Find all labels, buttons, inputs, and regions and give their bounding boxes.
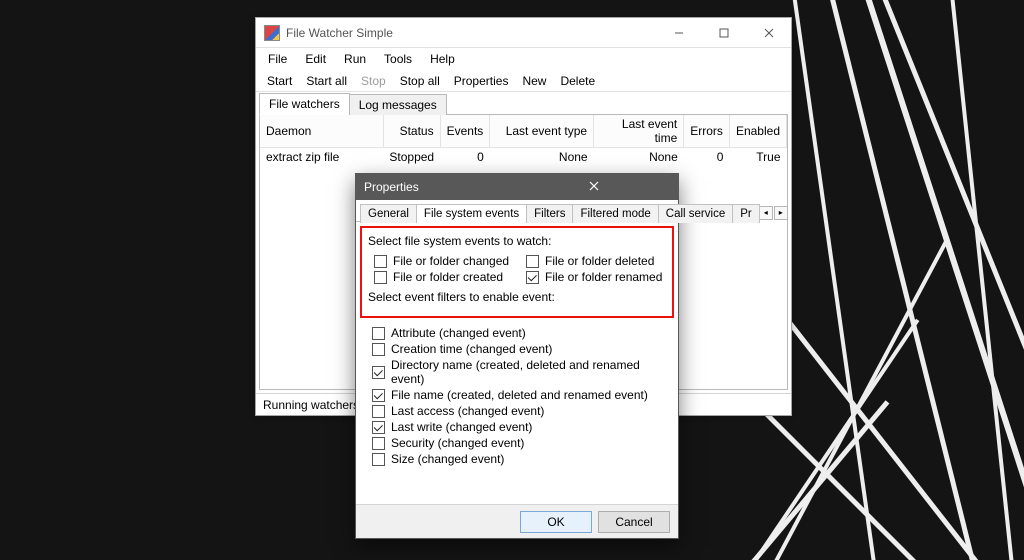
checkbox-icon — [372, 405, 385, 418]
maximize-button[interactable] — [701, 18, 746, 47]
checkbox-label: Size (changed event) — [391, 452, 504, 466]
checkbox-icon — [372, 343, 385, 356]
highlight-box: Select file system events to watch: File… — [360, 226, 674, 318]
dialog-close-button[interactable] — [517, 180, 670, 194]
cell-enabled: True — [729, 148, 786, 167]
checkbox-icon — [372, 421, 385, 434]
menu-tools[interactable]: Tools — [376, 50, 420, 68]
checkbox-label: File or folder changed — [393, 254, 509, 268]
cancel-button[interactable]: Cancel — [598, 511, 670, 533]
toolbar-start[interactable]: Start — [260, 72, 299, 90]
checkbox-attribute[interactable]: Attribute (changed event) — [372, 326, 668, 340]
cell-daemon: extract zip file — [260, 148, 383, 167]
toolbar-stop: Stop — [354, 72, 393, 90]
tab-file-watchers[interactable]: File watchers — [259, 93, 350, 115]
tab-filters[interactable]: Filters — [526, 204, 573, 223]
table-row[interactable]: extract zip file Stopped 0 None None 0 T… — [260, 148, 787, 167]
checkbox-renamed[interactable]: File or folder renamed — [526, 270, 666, 284]
minimize-button[interactable] — [656, 18, 701, 47]
tab-scroll-right-button[interactable]: ▸ — [774, 206, 788, 220]
checkbox-last-access[interactable]: Last access (changed event) — [372, 404, 668, 418]
checkbox-label: File or folder renamed — [545, 270, 662, 284]
dialog-tabstrip: General File system events Filters Filte… — [356, 200, 678, 222]
checkbox-label: Attribute (changed event) — [391, 326, 526, 340]
menu-run[interactable]: Run — [336, 50, 374, 68]
toolbar-delete[interactable]: Delete — [553, 72, 602, 90]
dialog-title: Properties — [364, 180, 517, 194]
toolbar-properties[interactable]: Properties — [447, 72, 516, 90]
checkbox-icon — [372, 453, 385, 466]
filter-section-label: Select event filters to enable event: — [368, 290, 666, 304]
col-enabled[interactable]: Enabled — [729, 115, 786, 148]
tab-scroll-left-button[interactable]: ◂ — [759, 206, 773, 220]
checkbox-label: Last write (changed event) — [391, 420, 532, 434]
watch-section-label: Select file system events to watch: — [368, 234, 666, 248]
tab-file-system-events[interactable]: File system events — [416, 204, 527, 223]
dialog-body: Select file system events to watch: File… — [356, 222, 678, 504]
checkbox-directory-name[interactable]: Directory name (created, deleted and ren… — [372, 358, 668, 386]
window-title: File Watcher Simple — [286, 26, 656, 40]
checkbox-label: Last access (changed event) — [391, 404, 544, 418]
dialog-titlebar[interactable]: Properties — [356, 174, 678, 200]
cell-lasttime: None — [594, 148, 684, 167]
checkbox-icon — [374, 271, 387, 284]
col-events[interactable]: Events — [440, 115, 490, 148]
tab-filtered-mode[interactable]: Filtered mode — [572, 204, 658, 223]
menu-edit[interactable]: Edit — [297, 50, 334, 68]
cell-errors: 0 — [684, 148, 730, 167]
tab-overflow[interactable]: Pr — [732, 204, 760, 223]
col-daemon[interactable]: Daemon — [260, 115, 383, 148]
checkbox-label: File or folder deleted — [545, 254, 654, 268]
toolbar: Start Start all Stop Stop all Properties… — [256, 70, 791, 92]
cell-status: Stopped — [383, 148, 440, 167]
checkbox-label: Security (changed event) — [391, 436, 524, 450]
titlebar[interactable]: File Watcher Simple — [256, 18, 791, 48]
toolbar-new[interactable]: New — [515, 72, 553, 90]
col-lasttype[interactable]: Last event type — [490, 115, 594, 148]
ok-button[interactable]: OK — [520, 511, 592, 533]
grid-header-row: Daemon Status Events Last event type Las… — [260, 115, 787, 148]
cell-lasttype: None — [490, 148, 594, 167]
main-tabstrip: File watchers Log messages — [256, 92, 791, 114]
checkbox-file-name[interactable]: File name (created, deleted and renamed … — [372, 388, 668, 402]
col-lasttime[interactable]: Last event time — [594, 115, 684, 148]
checkbox-icon — [372, 389, 385, 402]
menu-file[interactable]: File — [260, 50, 295, 68]
properties-dialog: Properties General File system events Fi… — [355, 173, 679, 539]
dialog-button-row: OK Cancel — [356, 504, 678, 538]
toolbar-stop-all[interactable]: Stop all — [393, 72, 447, 90]
status-text: Running watchers: — [263, 398, 362, 412]
col-errors[interactable]: Errors — [684, 115, 730, 148]
checkbox-deleted[interactable]: File or folder deleted — [526, 254, 666, 268]
checkbox-icon — [372, 327, 385, 340]
menubar: File Edit Run Tools Help — [256, 48, 791, 70]
checkbox-icon — [374, 255, 387, 268]
checkbox-changed[interactable]: File or folder changed — [374, 254, 514, 268]
col-status[interactable]: Status — [383, 115, 440, 148]
checkbox-icon — [526, 255, 539, 268]
checkbox-icon — [372, 366, 385, 379]
cell-events: 0 — [440, 148, 490, 167]
checkbox-icon — [526, 271, 539, 284]
checkbox-label: Directory name (created, deleted and ren… — [391, 358, 668, 386]
tab-log-messages[interactable]: Log messages — [349, 94, 447, 115]
tab-call-service[interactable]: Call service — [658, 204, 733, 223]
checkbox-last-write[interactable]: Last write (changed event) — [372, 420, 668, 434]
checkbox-label: File or folder created — [393, 270, 503, 284]
app-icon — [264, 25, 280, 41]
checkbox-label: Creation time (changed event) — [391, 342, 552, 356]
checkbox-created[interactable]: File or folder created — [374, 270, 514, 284]
checkbox-icon — [372, 437, 385, 450]
checkbox-security[interactable]: Security (changed event) — [372, 436, 668, 450]
menu-help[interactable]: Help — [422, 50, 463, 68]
tab-general[interactable]: General — [360, 204, 417, 223]
checkbox-label: File name (created, deleted and renamed … — [391, 388, 648, 402]
close-button[interactable] — [746, 18, 791, 47]
checkbox-creation-time[interactable]: Creation time (changed event) — [372, 342, 668, 356]
toolbar-start-all[interactable]: Start all — [299, 72, 354, 90]
checkbox-size[interactable]: Size (changed event) — [372, 452, 668, 466]
